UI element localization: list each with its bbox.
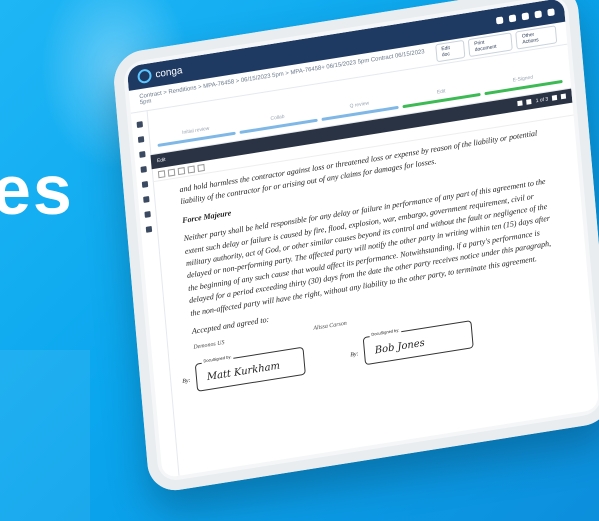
main-content: Initial review Collab Q review Edit E-Si… (146, 43, 599, 476)
sidebar-tag-icon[interactable] (140, 165, 147, 173)
stage-label: Initial review (181, 125, 210, 136)
app-logo[interactable]: conga (137, 63, 183, 85)
signature-block[interactable]: By: DocuSigned by: Matt Kurkham (182, 346, 306, 392)
by-label: By: (182, 377, 191, 385)
stage-label: E-Signed (512, 74, 534, 84)
align-icon[interactable] (187, 164, 196, 174)
signature-box: DocuSigned by: Matt Kurkham (194, 346, 306, 392)
tablet-screen: conga Contract > Renditions > MPA-76458 … (126, 0, 599, 479)
stage-label: Edit (436, 88, 446, 96)
page-indicator: 1 of 3 (535, 96, 549, 105)
help-icon[interactable] (508, 13, 517, 22)
party-left: Demonos US (193, 340, 225, 352)
bold-icon[interactable] (157, 169, 166, 178)
sidebar-docs-icon[interactable] (137, 136, 145, 143)
signature-box: DocuSigned by: Bob Jones (362, 319, 474, 365)
mode-label[interactable]: Edit (157, 157, 166, 164)
party-right: Alissa Carson (313, 320, 348, 333)
signature-block[interactable]: By: DocuSigned by: Bob Jones (350, 319, 474, 365)
background-headline: es (0, 151, 74, 229)
star-icon[interactable] (521, 11, 530, 20)
tablet-device: conga Contract > Renditions > MPA-76458 … (111, 0, 599, 495)
edit-doc-button[interactable]: Edit doc (434, 39, 466, 63)
last-page-icon[interactable] (560, 93, 567, 100)
logo-icon (137, 68, 153, 85)
italic-icon[interactable] (167, 168, 176, 177)
background-panel (0, 350, 90, 521)
by-label: By: (349, 350, 359, 359)
topbar-icons (495, 7, 555, 24)
next-page-icon[interactable] (551, 94, 558, 101)
sidebar-chart-icon[interactable] (141, 180, 149, 188)
sidebar-settings-icon[interactable] (145, 225, 153, 233)
list-icon[interactable] (197, 163, 205, 172)
underline-icon[interactable] (177, 166, 186, 175)
signature: Matt Kurkham (206, 360, 281, 383)
sidebar-share-icon[interactable] (144, 210, 151, 218)
stage-label: Collab (270, 113, 285, 122)
signature: Bob Jones (374, 337, 426, 357)
sidebar-list-icon[interactable] (139, 151, 146, 158)
docusign-tag: DocuSigned by: (369, 326, 402, 338)
settings-icon[interactable] (534, 9, 542, 18)
first-page-icon[interactable] (517, 100, 524, 107)
user-icon[interactable] (547, 7, 555, 16)
sidebar-calendar-icon[interactable] (143, 195, 150, 203)
docusign-tag: DocuSigned by: (201, 353, 234, 365)
grid-icon[interactable] (495, 15, 504, 24)
prev-page-icon[interactable] (526, 98, 533, 105)
stage-label: Q review (349, 100, 370, 110)
sidebar-home-icon[interactable] (136, 121, 144, 128)
logo-text: conga (154, 64, 183, 80)
